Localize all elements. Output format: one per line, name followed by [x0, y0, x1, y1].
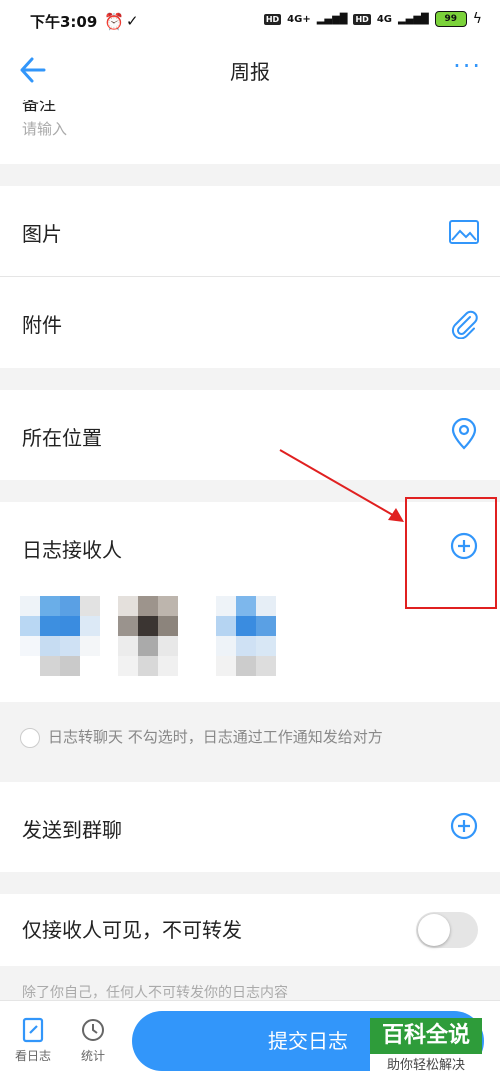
recipients-section: 日志接收人	[0, 502, 500, 702]
tab-stats[interactable]: 统计	[72, 1017, 114, 1064]
chat-option-row: 日志转聊天 不勾选时，日志通过工作通知发给对方	[0, 708, 500, 768]
remark-label: 备注	[22, 100, 56, 115]
charging-icon: ϟ	[472, 11, 482, 27]
attachment-label: 附件	[22, 313, 62, 337]
paperclip-icon	[451, 310, 478, 339]
tab-stats-label: 统计	[80, 1049, 105, 1063]
recipient-avatar[interactable]	[216, 596, 280, 680]
attachment-row[interactable]: 附件	[0, 277, 500, 368]
network-type: 4G+	[287, 13, 311, 25]
tab-view-logs-label: 看日志	[14, 1049, 51, 1063]
recipient-avatar[interactable]	[118, 596, 182, 680]
hd-badge-2: HD	[353, 13, 371, 25]
more-icon[interactable]: ···	[453, 52, 482, 80]
visible-only-toggle[interactable]	[416, 912, 478, 948]
tab-view-logs[interactable]: 看日志	[12, 1017, 54, 1064]
image-row[interactable]: 图片	[0, 186, 500, 276]
remark-section: 备注 请输入	[0, 100, 500, 164]
view-logs-icon	[22, 1017, 44, 1043]
status-icons: HD 4G+ ▂▄▆█ HD 4G ▂▄▆█ 99 ϟ	[263, 11, 482, 27]
recipient-avatar[interactable]	[20, 596, 100, 680]
signal-icon-2: ▂▄▆█	[397, 13, 429, 25]
status-bar: 下午3:09 ⏰ ✓ HD 4G+ ▂▄▆█ HD 4G ▂▄▆█ 99 ϟ	[0, 0, 500, 44]
alarm-icon: ⏰	[104, 12, 124, 31]
signal-icon: ▂▄▆█	[316, 13, 348, 25]
send-group-label: 发送到群聊	[22, 818, 122, 842]
hd-badge: HD	[263, 13, 282, 25]
toggle-knob	[418, 914, 450, 946]
location-label: 所在位置	[22, 426, 102, 450]
check-circle-icon: ✓	[126, 12, 139, 30]
chat-option-text: 日志转聊天 不勾选时，日志通过工作通知发给对方	[48, 728, 383, 746]
watermark-title: 百科全说	[370, 1018, 482, 1054]
network-type-2: 4G	[376, 13, 392, 25]
image-icon	[449, 220, 479, 244]
remark-input[interactable]: 请输入	[22, 118, 67, 139]
chat-option-radio[interactable]	[20, 728, 40, 748]
add-group-icon[interactable]	[448, 810, 480, 842]
media-section: 图片 附件	[0, 186, 500, 368]
location-row[interactable]: 所在位置	[0, 390, 500, 480]
battery-icon: 99	[434, 11, 467, 27]
send-group-row[interactable]: 发送到群聊	[0, 782, 500, 872]
status-time: 下午3:09	[30, 13, 98, 31]
footer-hint: 除了你自己，任何人不可转发你的日志内容	[22, 985, 288, 1001]
watermark-subtitle: 助你轻松解决	[370, 1054, 482, 1073]
clock-icon	[82, 1019, 104, 1041]
page-title: 周报	[230, 60, 270, 84]
nav-bar: 周报 ···	[0, 44, 500, 100]
location-pin-icon	[451, 418, 477, 450]
recipients-label: 日志接收人	[22, 538, 122, 562]
visible-only-label: 仅接收人可见，不可转发	[22, 918, 242, 942]
visible-only-row: 仅接收人可见，不可转发	[0, 894, 500, 966]
image-label: 图片	[22, 222, 62, 246]
add-recipient-icon[interactable]	[448, 530, 480, 562]
